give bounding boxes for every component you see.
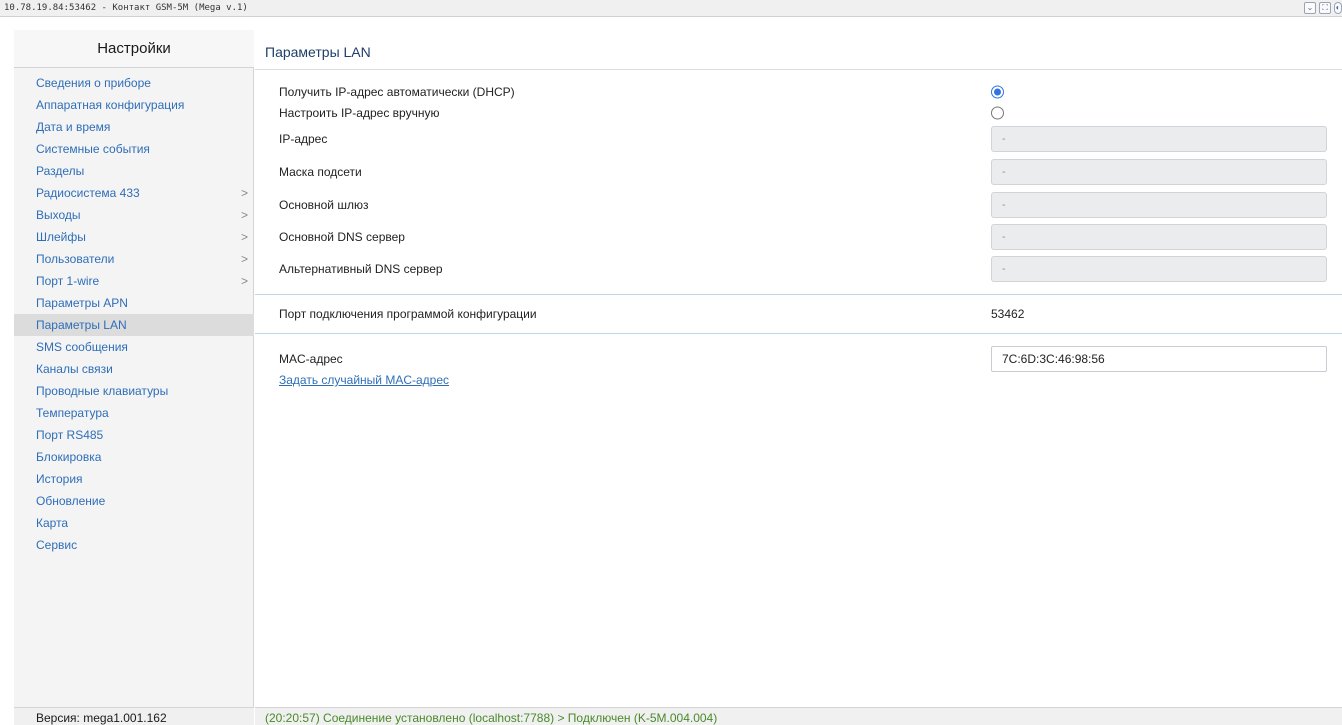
alternate-dns-label: Альтернативный DNS сервер [279,262,443,276]
subnet-mask-field[interactable]: - [991,159,1327,185]
section-divider [255,294,1342,295]
sidebar-item-label: Обновление [36,494,106,508]
config-port-row: Порт подключения программой конфигурации… [279,302,1339,326]
main-panel: Параметры LAN Получить IP-адрес автомати… [255,30,1342,725]
chevron-right-icon: > [240,208,248,222]
sidebar-item-temperature[interactable]: Температура [14,402,254,424]
sidebar-item-label: Разделы [36,164,85,178]
sidebar-item-label: Сведения о приборе [36,76,151,90]
primary-dns-field[interactable]: - [991,224,1327,250]
config-port-label: Порт подключения программой конфигурации [279,307,537,321]
sidebar-item-label: SMS сообщения [36,340,128,354]
page-title: Параметры LAN [265,44,371,60]
sidebar-item-rs485-port[interactable]: Порт RS485 [14,424,254,446]
sidebar-item-label: Пользователи [36,252,115,266]
sidebar-item-radio-433[interactable]: Радиосистема 433 > [14,182,254,204]
sidebar-item-history[interactable]: История [14,468,254,490]
sidebar-item-lock[interactable]: Блокировка [14,446,254,468]
section-divider [255,333,1342,334]
sidebar-item-service[interactable]: Сервис [14,534,254,556]
mac-address-label: MAC-адрес [279,352,343,366]
window-controls: ⌄ ⛶ ◐ [1304,2,1342,14]
sidebar-item-label: Порт 1-wire [36,274,100,288]
chevron-right-icon: > [240,252,248,266]
chevron-right-icon: > [240,186,248,200]
dhcp-radio[interactable] [991,85,1004,99]
sidebar-item-lan[interactable]: Параметры LAN [14,314,254,336]
ip-address-field[interactable]: - [991,126,1327,152]
sidebar-item-outputs[interactable]: Выходы > [14,204,254,226]
window-titlebar: 10.78.19.84:53462 - Контакт GSM-5M (Mega… [0,0,1342,17]
subnet-mask-row: Маска подсети - [279,159,1339,185]
sidebar-item-sms[interactable]: SMS сообщения [14,336,254,358]
status-bar: (20:20:57) Соединение установлено (local… [255,707,1342,725]
manual-ip-radio[interactable] [991,106,1004,120]
ip-address-row: IP-адрес - [279,126,1339,152]
version-label: Версия: mega1.001.162 [36,711,167,725]
mac-address-row: MAC-адрес 7C:6D:3C:46:98:56 [279,346,1339,372]
sidebar-item-hardware-config[interactable]: Аппаратная конфигурация [14,94,254,116]
manual-ip-label: Настроить IP-адрес вручную [279,106,440,120]
sidebar-item-label: Параметры APN [36,296,128,310]
sidebar-item-label: Шлейфы [36,230,86,244]
sidebar-item-label: Блокировка [36,450,102,464]
sidebar-item-label: Параметры LAN [36,318,127,332]
gateway-field[interactable]: - [991,192,1327,218]
sidebar-item-wired-keypads[interactable]: Проводные клавиатуры [14,380,254,402]
version-bar: Версия: mega1.001.162 [14,707,254,725]
fullscreen-icon[interactable]: ⛶ [1319,2,1331,14]
dropdown-icon[interactable]: ⌄ [1304,2,1316,14]
config-port-value: 53462 [991,307,1025,321]
sidebar-item-label: Аппаратная конфигурация [36,98,185,112]
sidebar-item-label: Системные события [36,142,150,156]
sidebar-item-label: Карта [36,516,69,530]
sidebar-item-users[interactable]: Пользователи > [14,248,254,270]
sidebar-item-label: Каналы связи [36,362,113,376]
chevron-right-icon: > [240,230,248,244]
gateway-row: Основной шлюз - [279,192,1339,218]
sidebar-item-datetime[interactable]: Дата и время [14,116,254,138]
sidebar-item-channels[interactable]: Каналы связи [14,358,254,380]
manual-ip-row: Настроить IP-адрес вручную [279,101,1339,125]
sidebar: Настройки Сведения о приборе Аппаратная … [14,30,254,725]
sidebar-item-label: Выходы [36,208,81,222]
gateway-label: Основной шлюз [279,198,369,212]
sidebar-item-update[interactable]: Обновление [14,490,254,512]
sidebar-title: Настройки [14,30,254,68]
sidebar-item-partitions[interactable]: Разделы [14,160,254,182]
sidebar-item-label: Сервис [36,538,78,552]
sidebar-nav: Сведения о приборе Аппаратная конфигурац… [14,72,254,556]
sidebar-item-1wire-port[interactable]: Порт 1-wire > [14,270,254,292]
primary-dns-row: Основной DNS сервер - [279,224,1339,250]
alternate-dns-row: Альтернативный DNS сервер - [279,256,1339,282]
sidebar-item-label: Дата и время [36,120,111,134]
sidebar-item-label: Температура [36,406,109,420]
sidebar-item-system-events[interactable]: Системные события [14,138,254,160]
sidebar-item-label: Порт RS485 [36,428,104,442]
sidebar-item-label: История [36,472,83,486]
theme-icon[interactable]: ◐ [1334,2,1342,14]
ip-address-label: IP-адрес [279,132,328,146]
chevron-right-icon: > [240,274,248,288]
sidebar-item-label: Радиосистема 433 [36,186,140,200]
mac-address-input[interactable]: 7C:6D:3C:46:98:56 [991,346,1327,372]
alternate-dns-field[interactable]: - [991,256,1327,282]
connection-status: (20:20:57) Соединение установлено (local… [265,711,718,725]
sidebar-item-map[interactable]: Карта [14,512,254,534]
sidebar-item-loops[interactable]: Шлейфы > [14,226,254,248]
window-title: 10.78.19.84:53462 - Контакт GSM-5M (Mega… [4,3,248,13]
sidebar-item-device-info[interactable]: Сведения о приборе [14,72,254,94]
sidebar-item-label: Проводные клавиатуры [36,384,169,398]
divider [255,69,1342,70]
dhcp-label: Получить IP-адрес автоматически (DHCP) [279,85,515,99]
sidebar-item-apn[interactable]: Параметры APN [14,292,254,314]
subnet-mask-label: Маска подсети [279,165,362,179]
random-mac-link[interactable]: Задать случайный MAC-адрес [279,373,449,387]
primary-dns-label: Основной DNS сервер [279,230,405,244]
